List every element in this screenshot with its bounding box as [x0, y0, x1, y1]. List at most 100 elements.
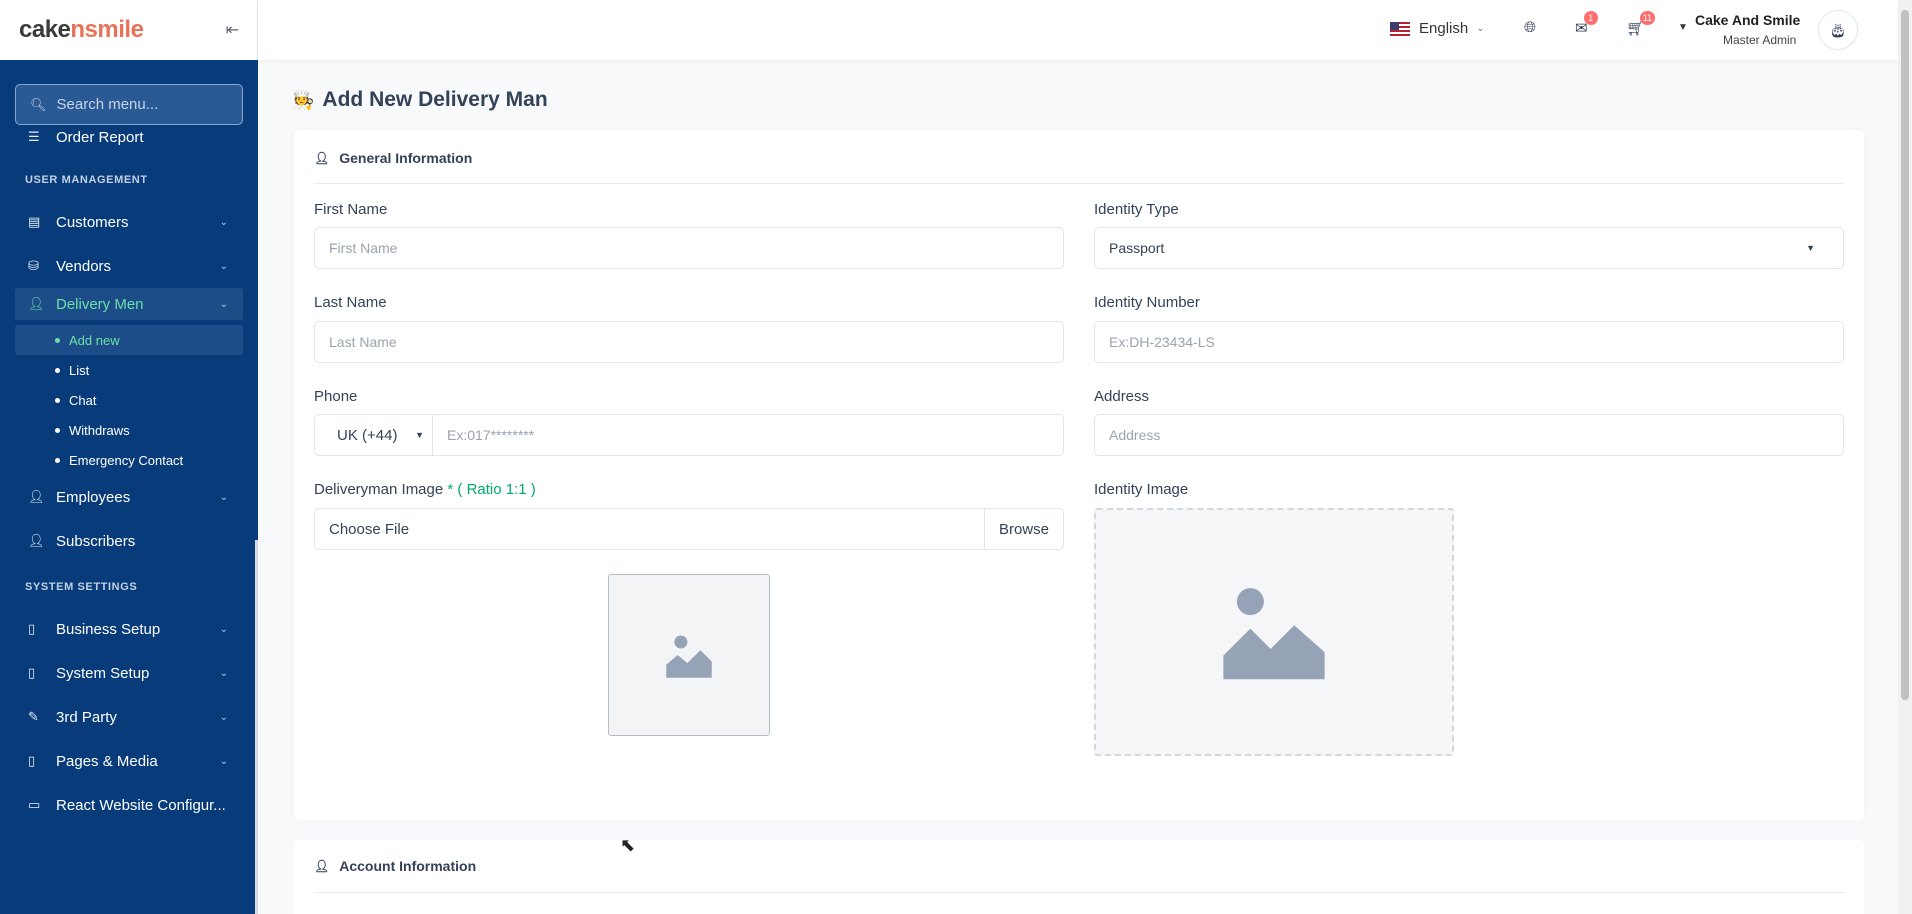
chevron-down-icon: ⌄	[219, 711, 228, 723]
search-icon: 🔍︎	[30, 96, 47, 112]
identity-image-label: Identity Image	[1094, 481, 1189, 498]
chevron-down-icon: ⌄	[219, 667, 228, 679]
sidebar-subitem-add-new[interactable]: Add new	[15, 325, 243, 355]
user-icon: 👤︎	[314, 859, 330, 873]
general-info-header: 👤︎ General Information	[314, 150, 472, 166]
choose-file-label: Choose File	[329, 520, 410, 538]
sidebar-item-label: Order Report	[56, 128, 144, 146]
chevron-down-icon: ⌄	[219, 755, 228, 767]
chevron-down-icon: ⌄	[219, 260, 228, 272]
sidebar-subitem-emergency-contact[interactable]: Emergency Contact	[0, 445, 258, 475]
sidebar-item-label: Business Setup	[56, 620, 161, 638]
required-mark: *	[447, 481, 454, 498]
browse-button[interactable]: Browse	[983, 509, 1063, 549]
sidebar-subitem-list[interactable]: List	[0, 355, 258, 385]
general-info-title: General Information	[339, 150, 473, 166]
user-name[interactable]: Cake And Smile	[1695, 12, 1800, 28]
country-code-value: UK (+44)	[337, 426, 398, 444]
address-field[interactable]: Address	[1094, 414, 1844, 456]
avatar[interactable]: 🎂︎	[1818, 10, 1858, 50]
messages-icon[interactable]: ✉ 1	[1575, 11, 1598, 37]
general-info-card: 👤︎ General Information First Name First …	[294, 130, 1864, 820]
sidebar-item-vendors[interactable]: ⛁ Vendors ⌄	[0, 244, 258, 288]
image-ratio-hint: ( Ratio 1:1 )	[457, 481, 536, 498]
sidebar-item-employees[interactable]: 👤︎ Employees ⌄	[0, 475, 258, 519]
sidebar-item-label: 3rd Party	[56, 708, 117, 726]
user-role: Master Admin	[1723, 33, 1797, 47]
language-selector[interactable]: English ⌄	[1390, 20, 1485, 37]
bullet-icon	[55, 427, 60, 433]
us-flag-icon	[1390, 21, 1410, 36]
search-placeholder: Search menu...	[56, 96, 159, 113]
customers-icon: ▤	[28, 214, 41, 229]
brand-logo-part2: nsmile	[70, 16, 144, 43]
first-name-field[interactable]: First Name	[314, 227, 1064, 269]
bullet-icon	[55, 457, 60, 463]
chevron-down-icon: ⌄	[219, 216, 228, 228]
sidebar-subitem-chat[interactable]: Chat	[0, 385, 258, 415]
globe-icon[interactable]: 🌐︎	[1524, 19, 1536, 36]
account-info-card: 👤︎ Account Information	[294, 840, 1864, 914]
page-title-text: Add New Delivery Man	[322, 88, 548, 111]
divider	[314, 183, 1844, 184]
page-scrollbar[interactable]	[1898, 0, 1912, 914]
chevron-down-icon: ⌄	[1476, 23, 1485, 34]
sidebar-item-customers[interactable]: ▤ Customers ⌄	[0, 200, 258, 244]
first-name-placeholder: First Name	[329, 240, 398, 256]
identity-type-value: Passport	[1109, 240, 1165, 256]
caret-down-icon: ▼	[1806, 243, 1815, 253]
chevron-down-icon: ⌄	[219, 298, 228, 310]
image-placeholder-icon	[1223, 588, 1325, 680]
address-label: Address	[1094, 388, 1150, 405]
sidebar-item-label: Vendors	[56, 257, 112, 275]
brand-logo-part1: cake	[19, 16, 71, 43]
cart-badge: 11	[1639, 11, 1656, 25]
sidebar-subitem-label: List	[69, 362, 90, 378]
top-header: English ⌄ 🌐︎ ✉ 1 🛒︎ 11 ▼ Cake And Smile …	[258, 0, 1912, 60]
identity-type-select[interactable]: Passport ▼	[1094, 227, 1844, 269]
country-code-select[interactable]: UK (+44) ▼	[314, 414, 432, 456]
sidebar-scrollbar[interactable]	[255, 540, 258, 914]
sidebar-subitem-withdraws[interactable]: Withdraws	[0, 415, 258, 445]
sidebar-item-3rd-party[interactable]: ✎ 3rd Party ⌄	[0, 695, 258, 739]
sidebar-item-system-setup[interactable]: ▯ System Setup ⌄	[0, 651, 258, 695]
cart-icon[interactable]: 🛒︎ 11	[1626, 11, 1656, 37]
messages-badge: 1	[1583, 11, 1598, 25]
identity-image-upload[interactable]	[1094, 508, 1454, 756]
identity-type-label: Identity Type	[1094, 201, 1179, 218]
bullet-icon	[55, 397, 60, 403]
sidebar-item-business-setup[interactable]: ▯ Business Setup ⌄	[0, 607, 258, 651]
system-setup-icon: ▯	[28, 665, 36, 680]
sidebar-item-pages-media[interactable]: ▯ Pages & Media ⌄	[0, 739, 258, 783]
sidebar-subitem-label: Add new	[69, 332, 120, 348]
sidebar-item-subscribers[interactable]: 👤︎ Subscribers	[0, 519, 258, 563]
sidebar-item-delivery-men[interactable]: 👤︎ Delivery Men ⌄	[15, 288, 243, 320]
caret-down-icon: ▼	[415, 430, 424, 440]
sidebar-item-react-config[interactable]: ▭ React Website Configur...	[0, 783, 258, 827]
sidebar-item-label: Employees	[56, 488, 131, 506]
identity-number-field[interactable]: Ex:DH-23434-LS	[1094, 321, 1844, 363]
brand-logo[interactable]: cakensmile	[19, 16, 144, 44]
user-menu-caret-icon[interactable]: ▼	[1678, 22, 1688, 33]
chevron-down-icon: ⌄	[219, 491, 228, 503]
sidebar-subitem-label: Emergency Contact	[69, 452, 184, 468]
phone-label: Phone	[314, 388, 358, 405]
page-scrollbar-thumb[interactable]	[1901, 10, 1909, 700]
sidebar-subitem-label: Chat	[69, 392, 97, 408]
monitor-icon: ▭	[28, 797, 41, 812]
last-name-field[interactable]: Last Name	[314, 321, 1064, 363]
bullet-icon	[55, 337, 60, 343]
sidebar-nav: ☰ Order Report USER MANAGEMENT ▤ Custome…	[0, 121, 258, 827]
phone-field[interactable]: Ex:017********	[432, 414, 1064, 456]
last-name-placeholder: Last Name	[329, 334, 397, 350]
sidebar-item-order-report[interactable]: ☰ Order Report	[0, 121, 258, 153]
deliveryman-image-preview	[608, 574, 770, 736]
report-icon: ☰	[28, 129, 40, 144]
section-system-settings: SYSTEM SETTINGS	[25, 581, 138, 593]
delivery-man-icon: 👤︎	[28, 296, 45, 311]
search-input[interactable]: 🔍︎ Search menu...	[15, 84, 243, 125]
deliveryman-image-file-input[interactable]: Choose File Browse	[314, 508, 1064, 550]
mouse-cursor-icon: ⬉	[620, 835, 636, 855]
collapse-sidebar-icon[interactable]: ⇤	[226, 20, 239, 40]
account-info-header: 👤︎ Account Information	[314, 858, 476, 874]
